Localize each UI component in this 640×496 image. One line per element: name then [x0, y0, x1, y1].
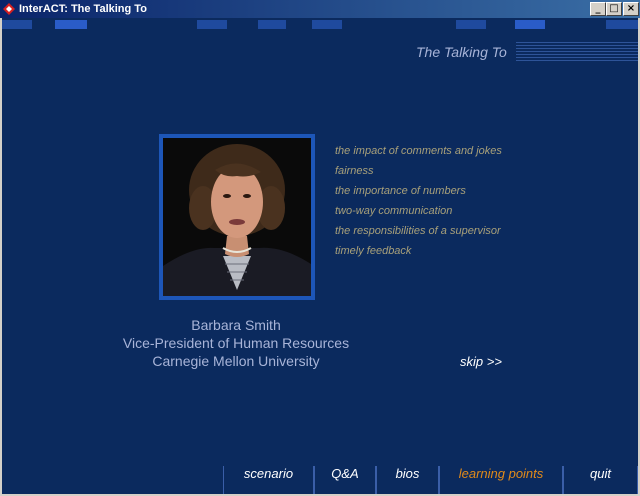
bottom-navigation: scenario Q&A bios learning points quit — [223, 466, 638, 494]
close-button[interactable]: × — [623, 2, 639, 16]
topic-item[interactable]: the impact of comments and jokes — [335, 141, 502, 161]
speaker-caption: Barbara Smith Vice-President of Human Re… — [114, 316, 358, 370]
topic-item[interactable]: the responsibilities of a supervisor — [335, 221, 502, 241]
app-icon — [3, 3, 15, 15]
nav-scenario-button[interactable]: scenario — [223, 466, 314, 494]
nav-learning-points-button[interactable]: learning points — [439, 466, 563, 494]
decorative-top-strip — [2, 20, 638, 29]
topic-item[interactable]: two-way communication — [335, 201, 502, 221]
section-title: The Talking To — [413, 42, 638, 62]
topic-item[interactable]: timely feedback — [335, 241, 502, 261]
skip-button[interactable]: skip >> — [460, 354, 502, 369]
speaker-name: Barbara Smith — [191, 317, 281, 333]
speaker-portrait — [163, 138, 311, 296]
nav-bios-button[interactable]: bios — [376, 466, 439, 494]
topic-list: the impact of comments and jokes fairnes… — [335, 141, 502, 261]
speaker-video — [159, 134, 315, 300]
speaker-organization: Carnegie Mellon University — [152, 353, 320, 369]
window-title: InterACT: The Talking To — [19, 3, 147, 15]
maximize-button[interactable]: □ — [606, 2, 622, 16]
topic-item[interactable]: the importance of numbers — [335, 181, 502, 201]
title-bar[interactable]: InterACT: The Talking To _ □ × — [0, 0, 640, 18]
title-decoration — [516, 42, 638, 62]
topic-item[interactable]: fairness — [335, 161, 502, 181]
nav-quit-button[interactable]: quit — [563, 466, 638, 494]
section-title-text: The Talking To — [416, 44, 507, 60]
portrait-image — [163, 138, 311, 296]
speaker-role: Vice-President of Human Resources — [122, 335, 350, 351]
nav-qa-button[interactable]: Q&A — [314, 466, 376, 494]
main-content: The Talking To Barbara Smith Vice-Presid… — [2, 18, 638, 494]
minimize-button[interactable]: _ — [590, 2, 606, 16]
